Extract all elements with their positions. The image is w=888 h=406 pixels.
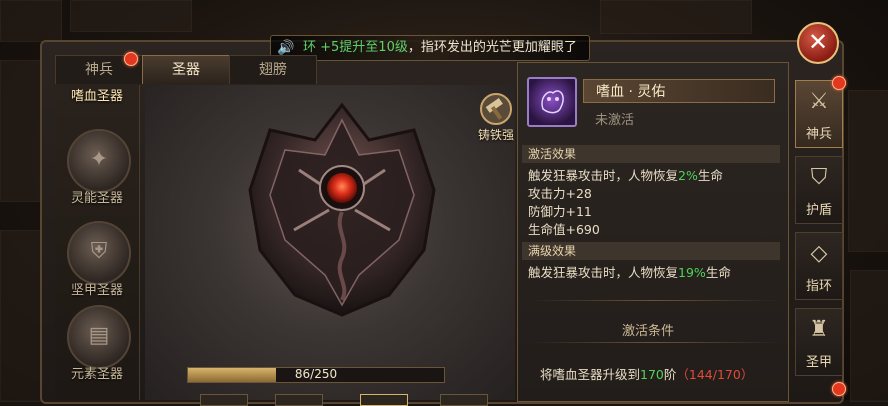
condition-progress: （144/170）	[676, 367, 754, 382]
ghost-icon	[541, 90, 564, 114]
sword-icon: ⚔	[809, 89, 829, 114]
right-nav: ⚔ 神兵 ⛉ 护盾 ◇ 指环 ♜ 圣甲	[795, 70, 845, 400]
artifact-image	[248, 102, 436, 317]
effect-line: 防御力+11	[528, 204, 592, 219]
notice-level: 10级	[378, 40, 408, 55]
skill-icon	[527, 77, 577, 127]
helmet-icon: ⛨	[67, 221, 131, 285]
notification-dot	[832, 76, 846, 90]
tab-label: 翅膀	[259, 62, 287, 78]
close-button[interactable]: ✕	[797, 22, 839, 64]
notice-banner: 🔊 环 +5提升至10级，指环发出的光芒更加耀眼了	[270, 35, 590, 61]
category-label: 元素圣器	[70, 367, 123, 382]
equip-slot[interactable]	[360, 394, 408, 406]
notice-suffix: ，指环发出的光芒更加耀眼了	[407, 40, 577, 55]
tab-chibang[interactable]: 翅膀	[229, 55, 317, 84]
section-title: 满级效果	[528, 244, 577, 258]
category-label: 嗜血圣器	[70, 89, 123, 104]
effect-line: 生命值+690	[528, 222, 600, 237]
divider	[530, 342, 780, 343]
condition-title: 激活条件	[622, 324, 675, 339]
progress-bar: 86/250	[187, 367, 445, 383]
tab-shengqi[interactable]: 圣器	[142, 55, 230, 84]
close-icon: ✕	[807, 28, 829, 56]
section-title: 激活效果	[528, 147, 577, 161]
effect-value: 2%	[678, 168, 698, 183]
divider	[530, 300, 780, 301]
shield-icon: ⛉	[810, 165, 828, 190]
skill-name: 嗜血 · 灵佑	[583, 79, 775, 103]
skill-name-text: 嗜血 · 灵佑	[596, 84, 666, 100]
effect-text: 生命	[705, 265, 731, 280]
notice-prefix: 环 +5提升至	[303, 40, 379, 55]
notification-dot	[124, 52, 138, 66]
category-item-jianjia[interactable]: ⛨ 坚甲圣器	[55, 221, 139, 303]
condition-line: 将嗜血圣器升级到170阶（144/170）	[540, 364, 753, 383]
category-list: 嗜血圣器 ✦ 灵能圣器 ⛨ 坚甲圣器 ▤ 元素圣器	[55, 85, 140, 400]
rightnav-item-shengjia[interactable]: ♜ 圣甲	[795, 308, 843, 376]
category-label: 灵能圣器	[70, 191, 123, 206]
rightnav-label: 神兵	[805, 127, 832, 142]
category-item-lingneng[interactable]: ✦ 灵能圣器	[55, 129, 139, 211]
condition-text: 将嗜血圣器升级到	[540, 367, 641, 382]
effect-text: 生命	[697, 168, 723, 183]
equip-slot[interactable]	[440, 394, 488, 406]
armor-icon: ♜	[809, 317, 829, 342]
activate-effect-header: 激活效果	[522, 145, 780, 163]
ring-icon: ◇	[810, 241, 828, 266]
rightnav-label: 指环	[805, 279, 832, 294]
condition-unit: 阶	[663, 367, 677, 382]
tab-label: 圣器	[172, 62, 200, 78]
effect-line: 攻击力+28	[528, 186, 592, 201]
category-label: 坚甲圣器	[70, 283, 123, 298]
effect-text: 触发狂暴攻击时，人物恢复	[528, 168, 679, 183]
category-item-yuansu[interactable]: ▤ 元素圣器	[55, 305, 139, 387]
rightnav-label: 护盾	[805, 203, 832, 218]
max-effect-header: 满级效果	[522, 242, 780, 260]
progress-text: 86/250	[294, 367, 338, 381]
hammer-icon	[480, 93, 512, 125]
rightnav-item-shenbing[interactable]: ⚔ 神兵	[795, 80, 843, 148]
equip-slot[interactable]	[200, 394, 248, 406]
effect-line: 触发狂暴攻击时，人物恢复19%生命	[528, 262, 731, 281]
forge-button[interactable]: 铸铁强	[478, 92, 522, 148]
effect-line: 触发狂暴攻击时，人物恢复2%生命	[528, 165, 723, 184]
condition-target: 170	[640, 367, 664, 382]
rightnav-label: 圣甲	[805, 355, 832, 370]
notification-dot	[832, 382, 846, 396]
crystal-icon: ✦	[67, 129, 131, 193]
effect-value: 19%	[678, 265, 706, 280]
rightnav-item-zhihuan[interactable]: ◇ 指环	[795, 232, 843, 300]
skill-status: 未激活	[595, 113, 635, 128]
effect-text: 触发狂暴攻击时，人物恢复	[528, 265, 679, 280]
book-icon: ▤	[67, 305, 131, 369]
equip-slot[interactable]	[275, 394, 323, 406]
rightnav-item-hudun[interactable]: ⛉ 护盾	[795, 156, 843, 224]
